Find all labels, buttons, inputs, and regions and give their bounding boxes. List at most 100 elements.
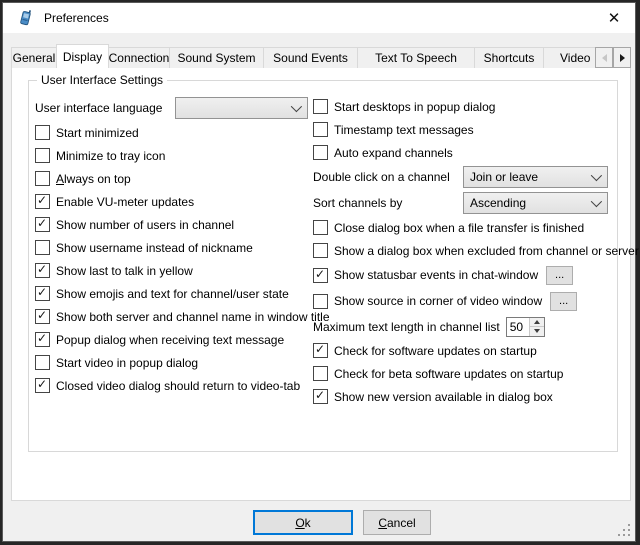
checkbox-label: Closed video dialog should return to vid… (56, 379, 300, 393)
checkbox-label: Show new version available in dialog box (334, 390, 553, 404)
setting-row[interactable]: ✓Show both server and channel name in wi… (35, 305, 307, 328)
spinbox-value[interactable]: 50 (507, 318, 529, 336)
tab-label: Sound System (177, 51, 255, 65)
checkbox-label: Popup dialog when receiving text message (56, 333, 284, 347)
cancel-button[interactable]: Cancel (363, 510, 431, 535)
tab-shortcuts[interactable]: Shortcuts (474, 47, 544, 68)
setting-row[interactable]: ✓ Show last to talk in yellow (35, 259, 307, 282)
checkbox-label: Start video in popup dialog (56, 356, 198, 370)
checkbox-show-both-server-and-channel-name-in-windo[interactable]: ✓ (35, 309, 50, 324)
tab-text-to-speech[interactable]: Text To Speech (357, 47, 475, 68)
checkbox-show-username-instead-of-nickname[interactable] (35, 240, 50, 255)
tab-scroll-right-button[interactable] (613, 47, 631, 68)
tab-scroll-left-button[interactable] (595, 47, 613, 68)
checkbox-show-last-to-talk-in-yellow[interactable]: ✓ (35, 263, 50, 278)
checkmark-icon: ✓ (37, 309, 47, 322)
checkmark-icon: ✓ (37, 194, 47, 207)
checkbox-label: Check for software updates on startup (334, 344, 537, 358)
checkbox-start-minimized[interactable] (35, 125, 50, 140)
checkbox-start-desktops-in-popup-dialog[interactable] (313, 99, 328, 114)
spinbox-maximum-text-length-in-channel-list[interactable]: 50 (506, 317, 545, 337)
checkbox-show-number-of-users-in-channel[interactable]: ✓ (35, 217, 50, 232)
checkbox-label: Show last to talk in yellow (56, 264, 193, 278)
setting-row[interactable]: ✓ Closed video dialog should return to vi… (35, 374, 307, 397)
tab-display[interactable]: Display (56, 44, 109, 68)
spinbox-arrows (529, 318, 544, 336)
checkbox-show-emojis-and-text-for-channel-user-stat[interactable]: ✓ (35, 286, 50, 301)
checkbox-label: Timestamp text messages (334, 123, 474, 137)
setting-row[interactable]: ✓ Check for software updates on startup (313, 339, 615, 362)
setting-row[interactable]: Minimize to tray icon (35, 144, 307, 167)
chevron-down-icon (591, 170, 602, 181)
setting-row[interactable]: Start minimized (35, 121, 307, 144)
checkbox-label: Show statusbar events in chat-window (334, 268, 538, 282)
close-button[interactable]: ✕ (597, 3, 631, 33)
combobox-user-interface-language[interactable] (175, 97, 308, 119)
checkbox-label: Check for beta software updates on start… (334, 367, 563, 381)
setting-row[interactable]: Show username instead of nickname (35, 236, 307, 259)
checkbox-enable-vu-meter-updates[interactable]: ✓ (35, 194, 50, 209)
setting-row: Maximum text length in channel list 50 (313, 314, 615, 339)
ellipsis-button[interactable]: ... (550, 292, 577, 311)
setting-row[interactable]: ✓ Show emojis and text for channel/user s… (35, 282, 307, 305)
left-column: User interface languageStart minimizedMi… (35, 95, 307, 397)
tab-label: General (13, 51, 56, 65)
setting-row[interactable]: Start video in popup dialog (35, 351, 307, 374)
setting-row[interactable]: ✓Enable VU-meter updates (35, 190, 307, 213)
tab-label: Sound Events (273, 51, 348, 65)
spin-down-button[interactable] (530, 326, 544, 336)
checkbox-show-new-version-available-in-dialog-box[interactable]: ✓ (313, 389, 328, 404)
resize-grip-icon (618, 524, 620, 526)
combobox-double-click-on-a-channel[interactable]: Join or leave (463, 166, 608, 188)
setting-row[interactable]: Show source in corner of video window... (313, 288, 615, 314)
checkbox-timestamp-text-messages[interactable] (313, 122, 328, 137)
checkmark-icon: ✓ (37, 286, 47, 299)
tab-label: Video (560, 51, 590, 65)
checkbox-start-video-in-popup-dialog[interactable] (35, 355, 50, 370)
right-column: Start desktops in popup dialog Timestamp … (313, 95, 615, 408)
ellipsis-button[interactable]: ... (546, 266, 573, 285)
ok-button[interactable]: Ok (253, 510, 353, 535)
checkbox-label: Show source in corner of video window (334, 294, 542, 308)
tab-sound-system[interactable]: Sound System (169, 47, 264, 68)
setting-row[interactable]: Start desktops in popup dialog (313, 95, 615, 118)
resize-grip[interactable] (618, 524, 631, 537)
setting-row[interactable]: Show a dialog box when excluded from cha… (313, 239, 615, 262)
checkbox-close-dialog-box-when-a-file-transfer-is-f[interactable] (313, 220, 328, 235)
setting-row[interactable]: ✓ Popup dialog when receiving text messag… (35, 328, 307, 351)
tab-sound-events[interactable]: Sound Events (263, 47, 358, 68)
field-label: Sort channels by (313, 196, 463, 210)
user-interface-settings-group: User Interface Settings User interface l… (28, 80, 618, 452)
setting-row[interactable]: Close dialog box when a file transfer is… (313, 216, 615, 239)
spin-up-button[interactable] (530, 318, 544, 327)
setting-row[interactable]: ✓ Show new version available in dialog bo… (313, 385, 615, 408)
checkbox-always-on-top[interactable] (35, 171, 50, 186)
tab-connection[interactable]: Connection (108, 47, 170, 68)
checkmark-icon: ✓ (315, 389, 325, 402)
title-bar[interactable]: Preferences ✕ (3, 3, 635, 33)
setting-row: Double click on a channelJoin or leave (313, 164, 615, 190)
checkbox-minimize-to-tray-icon[interactable] (35, 148, 50, 163)
setting-row[interactable]: ✓Show number of users in channel (35, 213, 307, 236)
field-label: Maximum text length in channel list (313, 320, 500, 334)
checkmark-icon: ✓ (37, 217, 47, 230)
checkbox-label: Show emojis and text for channel/user st… (56, 287, 289, 301)
setting-row[interactable]: ✓ Show statusbar events in chat-window... (313, 262, 615, 288)
field-label: Double click on a channel (313, 170, 463, 184)
checkbox-closed-video-dialog-should-return-to-video[interactable]: ✓ (35, 378, 50, 393)
checkbox-show-source-in-corner-of-video-window[interactable] (313, 294, 328, 309)
checkbox-show-a-dialog-box-when-excluded-from-chann[interactable] (313, 243, 328, 258)
checkbox-popup-dialog-when-receiving-text-message[interactable]: ✓ (35, 332, 50, 347)
checkbox-show-statusbar-events-in-chat-window[interactable]: ✓ (313, 268, 328, 283)
checkbox-auto-expand-channels[interactable] (313, 145, 328, 160)
combobox-sort-channels-by[interactable]: Ascending (463, 192, 608, 214)
setting-row[interactable]: Timestamp text messages (313, 118, 615, 141)
tab-general[interactable]: General (11, 47, 57, 68)
checkmark-icon: ✓ (315, 268, 325, 281)
setting-row[interactable]: Auto expand channels (313, 141, 615, 164)
checkbox-check-for-software-updates-on-startup[interactable]: ✓ (313, 343, 328, 358)
checkbox-check-for-beta-software-updates-on-startup[interactable] (313, 366, 328, 381)
setting-row[interactable]: Check for beta software updates on start… (313, 362, 615, 385)
checkbox-label: Close dialog box when a file transfer is… (334, 221, 584, 235)
setting-row[interactable]: Always on top (35, 167, 307, 190)
